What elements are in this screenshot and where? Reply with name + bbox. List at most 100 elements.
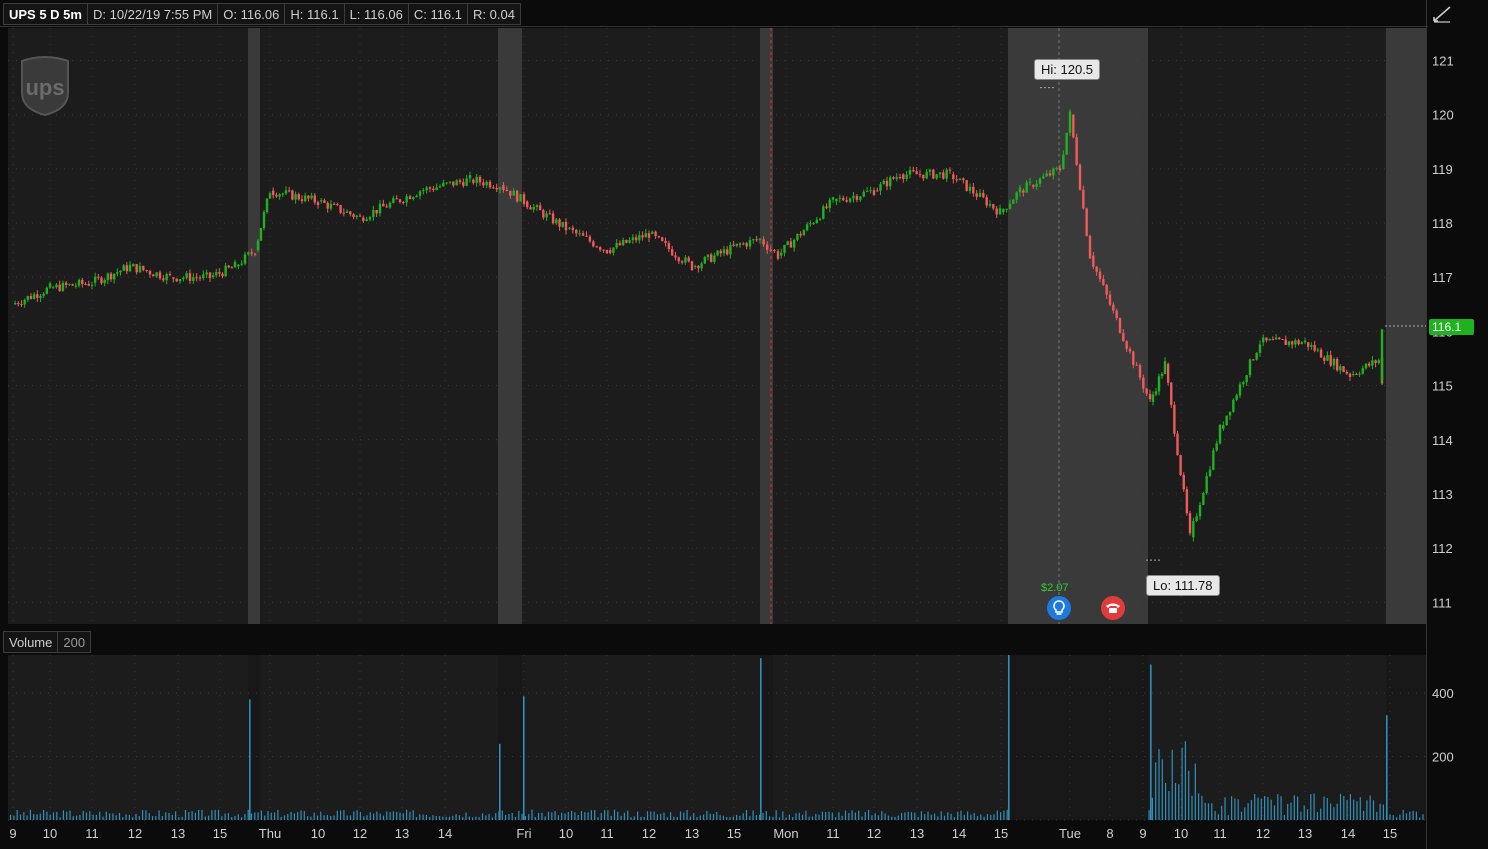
- candle-body: [667, 243, 671, 250]
- volume-bar: [422, 814, 424, 820]
- volume-bar: [1359, 797, 1361, 820]
- candle-body: [29, 296, 33, 299]
- candle-body: [706, 254, 710, 257]
- volume-bar: [1006, 809, 1008, 820]
- time-tick-label: 13: [685, 826, 699, 841]
- candle-body: [262, 212, 266, 228]
- candle-body: [1157, 376, 1161, 392]
- candle-body: [1238, 384, 1242, 396]
- volume-bar: [1000, 812, 1002, 820]
- range-readout: R: 0.04: [467, 3, 521, 25]
- candle-body: [398, 199, 402, 203]
- candle-body: [17, 303, 20, 305]
- volume-bar: [590, 810, 592, 820]
- lightbulb-icon[interactable]: [1047, 596, 1071, 620]
- candle-body: [1274, 337, 1278, 340]
- candle-body: [332, 203, 336, 205]
- candle-body: [842, 197, 845, 201]
- candle-body: [336, 204, 339, 206]
- candle-body: [605, 249, 609, 254]
- volume-bar: [442, 816, 444, 820]
- volume-bar: [742, 813, 744, 820]
- candle-body: [898, 177, 902, 179]
- candle-body: [558, 219, 561, 227]
- time-tick-label: Thu: [259, 826, 281, 841]
- volume-length[interactable]: 200: [57, 631, 92, 653]
- candle-body: [478, 176, 482, 183]
- volume-bar: [1293, 795, 1295, 820]
- volume-bar: [861, 816, 863, 820]
- volume-bar: [729, 817, 731, 820]
- candle-body: [135, 264, 138, 273]
- volume-bar: [188, 812, 190, 820]
- candle-body: [529, 207, 532, 210]
- volume-bar: [138, 816, 140, 820]
- candle-body: [1185, 489, 1189, 514]
- volume-bar: [254, 812, 256, 820]
- candle-body: [1088, 235, 1092, 259]
- volume-bar: [656, 814, 658, 820]
- candle-body: [835, 198, 838, 202]
- candle-body: [358, 215, 362, 217]
- volume-bar: [1316, 812, 1318, 820]
- candle-body: [748, 239, 752, 247]
- volume-bar: [462, 817, 464, 820]
- candle-body: [1092, 255, 1095, 267]
- volume-bar: [287, 813, 289, 820]
- volume-bar: [1389, 814, 1391, 820]
- low-annotation: Lo: 111.78: [1146, 575, 1220, 596]
- volume-bar: [382, 815, 385, 820]
- candle-body: [796, 233, 799, 240]
- volume-bar: [72, 816, 74, 820]
- volume-bar: [343, 810, 345, 820]
- candle-body: [68, 284, 71, 286]
- volume-bar: [1211, 803, 1213, 820]
- volume-bar: [1300, 811, 1302, 820]
- candle-body: [278, 194, 281, 197]
- volume-bar: [798, 812, 800, 820]
- candle-body: [902, 174, 905, 179]
- candle-body: [243, 254, 247, 264]
- candle-body: [1078, 164, 1082, 190]
- candle-body: [654, 231, 657, 237]
- volume-bar: [237, 814, 239, 820]
- candle-body: [812, 223, 815, 225]
- volume-bar: [1221, 805, 1223, 820]
- volume-bar: [726, 817, 728, 820]
- volume-bar: [178, 817, 180, 820]
- volume-bar: [564, 813, 566, 820]
- candle-body: [988, 204, 992, 206]
- candle-body: [422, 190, 425, 192]
- volume-bar: [148, 813, 150, 820]
- candle-body: [310, 195, 313, 199]
- volume-bar: [610, 815, 612, 820]
- symbol-label[interactable]: UPS 5 D 5m: [3, 3, 87, 25]
- volume-bar: [1277, 794, 1279, 820]
- phone-icon[interactable]: [1101, 596, 1125, 620]
- candle-body: [783, 244, 786, 253]
- volume-bar: [23, 812, 25, 820]
- volume-bar: [811, 816, 814, 820]
- volume-bar: [683, 812, 685, 820]
- session-band: [1008, 28, 1148, 624]
- chart-canvas[interactable]: 1111121131141151161171181191201212004009…: [0, 0, 1488, 849]
- volume-bar: [841, 815, 843, 820]
- candle-body: [1055, 168, 1058, 170]
- drawing-tool-icon[interactable]: [1432, 5, 1452, 23]
- candle-body: [828, 199, 831, 208]
- candle-body: [825, 206, 828, 208]
- candle-body: [1268, 339, 1271, 341]
- candle-body: [1085, 208, 1088, 236]
- volume-bar: [1422, 814, 1424, 820]
- candle-body: [773, 250, 776, 252]
- candle-body: [908, 170, 912, 175]
- volume-bar: [676, 816, 678, 820]
- time-tick-label: 15: [994, 826, 1008, 841]
- volume-label[interactable]: Volume: [3, 631, 58, 653]
- volume-bar: [854, 812, 856, 820]
- candle-body: [1065, 132, 1068, 155]
- candle-body: [405, 196, 408, 203]
- session-band: [248, 28, 260, 624]
- volume-bar: [217, 809, 220, 820]
- volume-bar: [125, 814, 127, 820]
